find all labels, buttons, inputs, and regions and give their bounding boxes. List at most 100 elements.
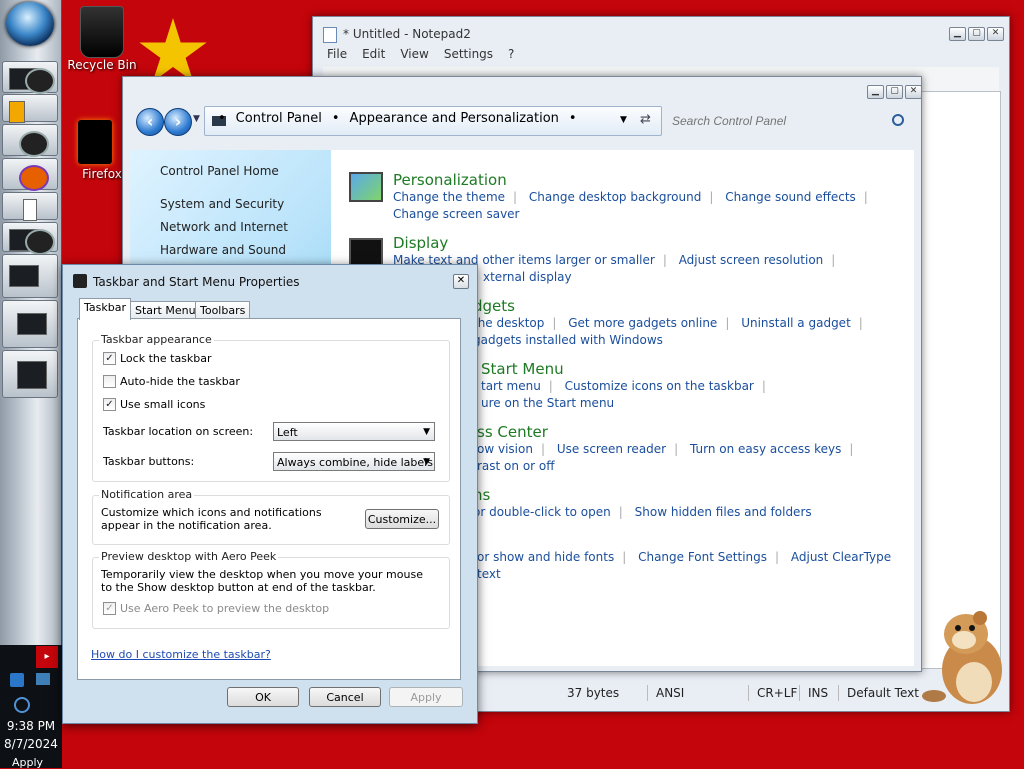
forward-icon[interactable]: › bbox=[164, 108, 192, 136]
firefox-icon[interactable] bbox=[78, 120, 112, 164]
clock-date[interactable]: 8/7/2024 bbox=[0, 737, 62, 751]
tab-start-menu[interactable]: Start Menu bbox=[130, 301, 201, 319]
sidebar-item-system-security[interactable]: System and Security bbox=[160, 197, 284, 211]
link-restore-gadgets[interactable]: gadgets installed with Windows bbox=[473, 333, 663, 347]
recycle-bin-label[interactable]: Recycle Bin bbox=[66, 58, 138, 72]
link-customize-start[interactable]: tart menu bbox=[481, 379, 541, 393]
category-title[interactable]: Start Menu bbox=[481, 360, 774, 378]
taskbar-item-3[interactable] bbox=[2, 124, 58, 157]
category-title[interactable]: ss Center bbox=[477, 423, 861, 441]
taskbar-item-5[interactable] bbox=[2, 254, 58, 298]
search-input[interactable] bbox=[666, 110, 924, 132]
sidebar-item-hardware-sound[interactable]: Hardware and Sound bbox=[160, 243, 286, 257]
close-button[interactable]: ✕ bbox=[905, 85, 922, 99]
minimize-button[interactable]: ▁ bbox=[949, 27, 966, 41]
link-preview-fonts[interactable]: or show and hide fonts bbox=[477, 550, 614, 564]
menu-file[interactable]: File bbox=[327, 47, 347, 61]
checkbox-box[interactable]: ✓ bbox=[103, 602, 116, 615]
link-change-background[interactable]: Change desktop background bbox=[529, 190, 701, 204]
category-title[interactable]: Display bbox=[393, 234, 843, 252]
taskbar-item-4[interactable] bbox=[2, 222, 58, 255]
menu-edit[interactable]: Edit bbox=[362, 47, 385, 61]
link-screen-saver[interactable]: Change screen saver bbox=[393, 207, 520, 221]
taskbar-item-6[interactable] bbox=[2, 300, 58, 348]
recycle-bin-icon[interactable] bbox=[80, 6, 124, 58]
lock-taskbar-checkbox[interactable]: ✓ Lock the taskbar bbox=[103, 352, 212, 365]
checkbox-box[interactable]: ✓ bbox=[103, 398, 116, 411]
help-link[interactable]: How do I customize the taskbar? bbox=[91, 648, 271, 661]
link-customize-taskbar-icons[interactable]: Customize icons on the taskbar bbox=[565, 379, 754, 393]
search-icon[interactable] bbox=[892, 114, 904, 126]
link-change-theme[interactable]: Change the theme bbox=[393, 190, 505, 204]
chevron-down-icon[interactable]: ▼ bbox=[423, 423, 430, 442]
link-uninstall-gadget[interactable]: Uninstall a gadget bbox=[741, 316, 851, 330]
tab-toolbars[interactable]: Toolbars bbox=[195, 301, 251, 319]
breadcrumb-appearance[interactable]: Appearance and Personalization bbox=[350, 111, 559, 126]
customize-button[interactable]: Customize... bbox=[365, 509, 439, 529]
show-hidden-icons-button[interactable]: ▸ bbox=[36, 646, 58, 668]
taskbar-item-2[interactable] bbox=[2, 94, 58, 123]
link-high-contrast[interactable]: rast on or off bbox=[477, 459, 555, 473]
location-select[interactable]: Left ▼ bbox=[273, 422, 435, 441]
volume-icon[interactable] bbox=[36, 673, 50, 685]
status-scheme: Default Text bbox=[847, 686, 919, 700]
link-screen-resolution[interactable]: Adjust screen resolution bbox=[679, 253, 824, 267]
maximize-button[interactable]: ▢ bbox=[968, 27, 985, 41]
link-get-gadgets[interactable]: Get more gadgets online bbox=[568, 316, 717, 330]
history-dropdown-icon[interactable]: ▼ bbox=[193, 114, 200, 124]
checkbox-box[interactable]: ✓ bbox=[103, 352, 116, 365]
link-change-sound[interactable]: Change sound effects bbox=[725, 190, 856, 204]
ok-button[interactable]: OK bbox=[227, 687, 299, 707]
category-title[interactable]: Personalization bbox=[393, 171, 876, 189]
taskbar-buttons-select[interactable]: Always combine, hide labels ▼ bbox=[273, 452, 435, 471]
address-dropdown-icon[interactable]: ▼ bbox=[620, 115, 627, 125]
maximize-button[interactable]: ▢ bbox=[886, 85, 903, 99]
close-icon[interactable]: ✕ bbox=[453, 274, 469, 289]
link-screen-reader[interactable]: Use screen reader bbox=[557, 442, 666, 456]
link-easy-access-keys[interactable]: Turn on easy access keys bbox=[690, 442, 841, 456]
minimize-button[interactable]: ▁ bbox=[867, 85, 884, 99]
start-button[interactable] bbox=[6, 2, 54, 46]
apply-button[interactable]: Apply bbox=[389, 687, 463, 707]
taskbar-item-notepad[interactable] bbox=[2, 192, 58, 221]
link-single-double-click[interactable]: or double-click to open bbox=[473, 505, 611, 519]
chevron-down-icon[interactable]: ▼ bbox=[423, 453, 430, 472]
sidebar-item-home[interactable]: Control Panel Home bbox=[160, 164, 279, 178]
link-font-settings[interactable]: Change Font Settings bbox=[638, 550, 767, 564]
network-icon[interactable] bbox=[10, 673, 24, 687]
link-start-picture[interactable]: ure on the Start menu bbox=[481, 396, 614, 410]
category-title[interactable]: dgets bbox=[473, 297, 871, 315]
checkbox-label[interactable]: Use Aero Peek to preview the desktop bbox=[120, 602, 329, 615]
taskbar-bottom-label[interactable]: Apply bbox=[12, 756, 43, 769]
taskbar-item-1[interactable] bbox=[2, 61, 58, 94]
link-show-hidden-files[interactable]: Show hidden files and folders bbox=[635, 505, 812, 519]
refresh-icon[interactable]: ⇄ bbox=[640, 112, 651, 127]
clock-time[interactable]: 9:38 PM bbox=[0, 719, 62, 733]
taskbar-buttons-value[interactable]: Always combine, hide labels bbox=[277, 456, 433, 469]
tab-taskbar[interactable]: Taskbar bbox=[79, 298, 131, 320]
cancel-button[interactable]: Cancel bbox=[309, 687, 381, 707]
location-value[interactable]: Left bbox=[277, 426, 298, 439]
link-low-vision[interactable]: ow vision bbox=[477, 442, 533, 456]
action-center-icon[interactable] bbox=[14, 697, 30, 713]
status-encoding: ANSI bbox=[648, 685, 749, 701]
menu-view[interactable]: View bbox=[400, 47, 428, 61]
checkbox-label[interactable]: Lock the taskbar bbox=[120, 352, 212, 365]
breadcrumb-control-panel[interactable]: Control Panel bbox=[236, 111, 322, 126]
category-title[interactable]: ns bbox=[473, 486, 812, 504]
autohide-checkbox[interactable]: Auto-hide the taskbar bbox=[103, 375, 240, 388]
menu-settings[interactable]: Settings bbox=[444, 47, 493, 61]
sidebar-item-network[interactable]: Network and Internet bbox=[160, 220, 288, 234]
menu-help[interactable]: ? bbox=[508, 47, 514, 61]
close-button[interactable]: ✕ bbox=[987, 27, 1004, 41]
aero-peek-checkbox[interactable]: ✓ Use Aero Peek to preview the desktop bbox=[103, 602, 329, 615]
small-icons-checkbox[interactable]: ✓ Use small icons bbox=[103, 398, 205, 411]
taskbar-item-firefox[interactable] bbox=[2, 158, 58, 191]
checkbox-label[interactable]: Auto-hide the taskbar bbox=[120, 375, 240, 388]
taskbar-item-7[interactable] bbox=[2, 350, 58, 398]
link-gadgets-desktop[interactable]: the desktop bbox=[473, 316, 544, 330]
checkbox-box[interactable] bbox=[103, 375, 116, 388]
checkbox-label[interactable]: Use small icons bbox=[120, 398, 205, 411]
back-icon[interactable]: ‹ bbox=[136, 108, 164, 136]
breadcrumb: • Control Panel • Appearance and Persona… bbox=[218, 111, 577, 126]
